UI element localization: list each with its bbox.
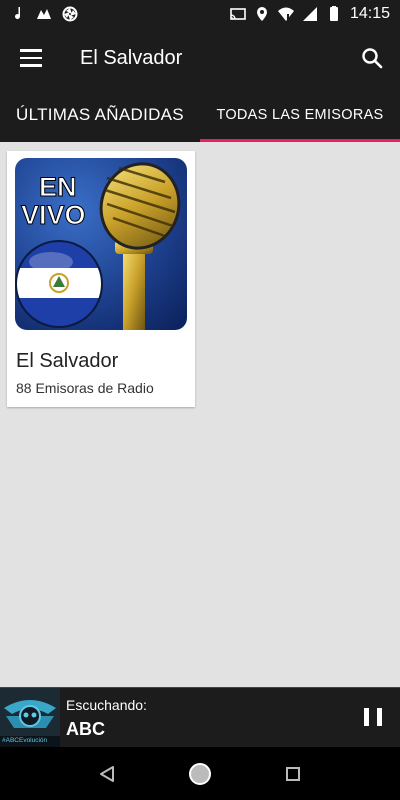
image-text-vivo: VIVO (21, 200, 86, 230)
card-image: EN VIVO (15, 158, 187, 330)
card-title: El Salvador (16, 350, 119, 372)
home-icon (188, 762, 211, 785)
cap-icon (37, 9, 51, 19)
system-nav-bar (0, 747, 400, 800)
recents-icon (286, 766, 301, 781)
pause-icon (364, 708, 369, 726)
back-button[interactable] (87, 754, 127, 794)
status-right: 14:15 (230, 5, 390, 23)
home-button[interactable] (180, 754, 220, 794)
screen: 14:15 El Salvador ÚLTIMAS AÑADIDAS TODAS… (0, 0, 400, 800)
station-card[interactable]: EN VIVO El Salvador 88 Emisoras de Radio (7, 151, 195, 407)
content-area: EN VIVO El Salvador 88 Emisoras de Radio (0, 142, 400, 687)
now-playing-label: Escuchando: (66, 697, 147, 713)
search-icon (362, 48, 383, 69)
battery-icon (329, 6, 338, 21)
status-left (10, 6, 78, 22)
search-button[interactable] (344, 28, 400, 88)
tab-bar: ÚLTIMAS AÑADIDAS TODAS LAS EMISORAS (0, 88, 400, 142)
app-bar: El Salvador (0, 28, 400, 88)
card-subtitle: 88 Emisoras de Radio (16, 380, 154, 396)
tab-latest[interactable]: ÚLTIMAS AÑADIDAS (0, 88, 200, 142)
hamburger-icon (20, 47, 42, 70)
music-note-icon (15, 7, 20, 19)
location-icon (256, 7, 267, 21)
now-playing-bar[interactable]: #ABCEvolución Escuchando: ABC (0, 687, 400, 748)
wifi-icon (277, 7, 294, 21)
microphone-flag-image: EN VIVO (15, 158, 187, 330)
image-text-en: EN (39, 172, 77, 202)
thumb-caption: #ABCEvolución (2, 737, 48, 744)
signal-icon (302, 7, 317, 21)
tab-all-stations[interactable]: TODAS LAS EMISORAS (200, 88, 400, 142)
station-thumbnail: #ABCEvolución (0, 688, 60, 748)
pause-button[interactable] (364, 708, 382, 728)
tab-all-stations-label: TODAS LAS EMISORAS (216, 107, 384, 123)
status-time: 14:15 (349, 5, 390, 22)
menu-button[interactable] (0, 28, 62, 88)
back-icon (99, 765, 114, 782)
app-title: El Salvador (80, 46, 183, 69)
now-playing-station: ABC (66, 719, 105, 739)
tab-latest-label: ÚLTIMAS AÑADIDAS (16, 105, 184, 124)
recents-button[interactable] (273, 754, 313, 794)
aperture-icon (62, 6, 78, 22)
cast-icon (230, 8, 246, 20)
status-bar: 14:15 (0, 0, 400, 28)
